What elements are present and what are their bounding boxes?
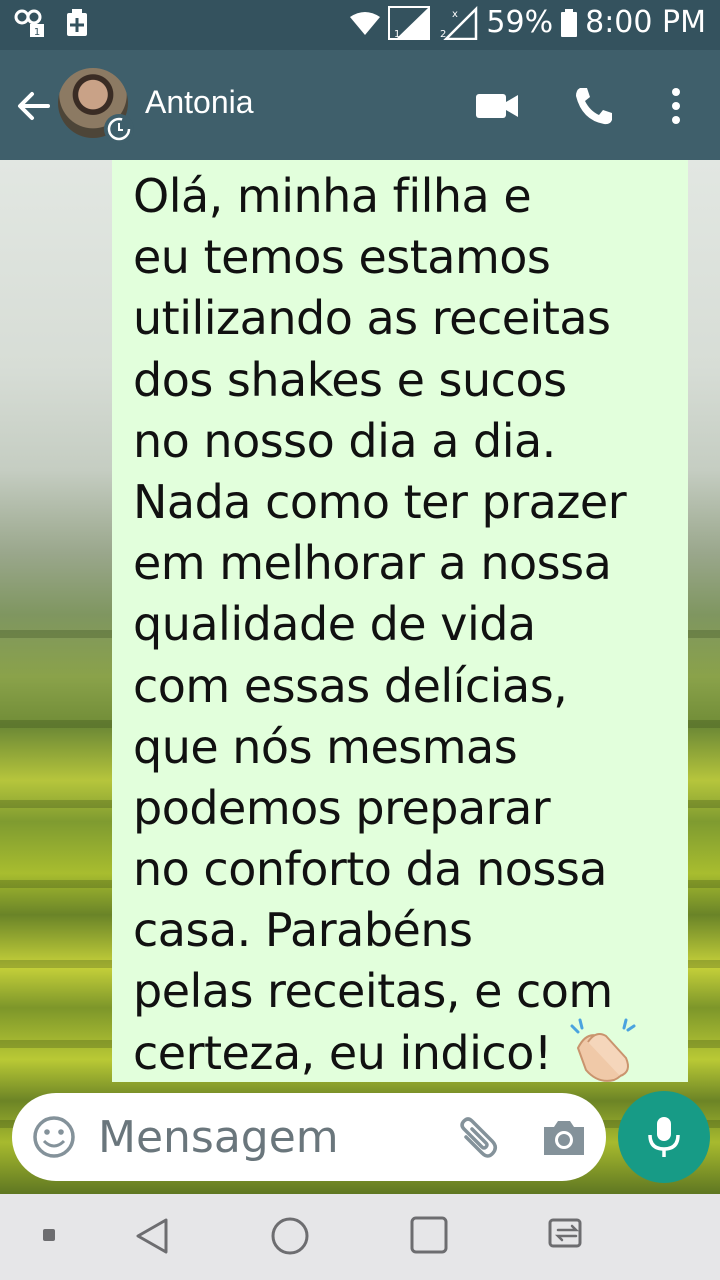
message-line: no nosso dia a dia. [133, 413, 556, 468]
video-call-icon[interactable] [474, 82, 522, 130]
message-line: em melhorar a nossa [133, 536, 612, 591]
back-triangle-icon[interactable] [132, 1216, 172, 1256]
signal-sim1-icon: 1 [388, 5, 431, 40]
message-line: podemos preparar [133, 780, 551, 835]
message-line: qualidade de vida [133, 597, 536, 652]
svg-text:1: 1 [34, 27, 40, 38]
more-options-icon[interactable] [652, 82, 700, 130]
emoji-icon[interactable] [32, 1115, 76, 1159]
message-line: pelas receitas, e com [133, 964, 613, 1019]
attachment-icon[interactable] [452, 1115, 500, 1163]
svg-text:2: 2 [440, 29, 446, 40]
phone-call-icon[interactable] [570, 82, 618, 130]
wifi-icon [350, 11, 381, 35]
message-line: Olá, minha filha e [133, 169, 532, 223]
mic-button[interactable] [618, 1091, 710, 1183]
battery-icon [561, 8, 578, 37]
clapping-hands-icon [570, 1018, 636, 1082]
svg-text:x: x [452, 9, 458, 20]
message-input[interactable] [98, 1107, 428, 1167]
camera-icon[interactable] [542, 1117, 586, 1157]
battery-percent: 59% [486, 5, 554, 40]
message-line: que nós mesmas [133, 719, 518, 774]
message-line: eu temos estamos [133, 230, 551, 285]
system-nav-bar [0, 1194, 720, 1280]
square-dot-icon[interactable] [42, 1228, 56, 1242]
message-line: dos shakes e sucos [133, 352, 567, 407]
message-line: com essas delícias, [133, 658, 568, 713]
back-arrow-icon[interactable] [12, 84, 56, 128]
svg-text:1: 1 [394, 29, 400, 40]
contact-name[interactable]: Antonia [145, 84, 254, 121]
message-line: casa. Parabéns [133, 903, 473, 958]
add-icon [67, 9, 87, 36]
message-line: no conforto da nossa [133, 842, 608, 897]
clock: 8:00 PM [585, 5, 706, 40]
status-bar: 1 1 2 x 59% 8:00 PM [0, 0, 720, 50]
notification-icon: 1 [14, 9, 44, 38]
status-ring-icon [104, 114, 134, 144]
message-composer [12, 1093, 606, 1181]
message-bubble[interactable]: Olá, minha filha e eu temos estamos util… [112, 160, 688, 1082]
switch-sim-icon[interactable] [544, 1216, 590, 1256]
message-line: utilizando as receitas [133, 291, 611, 346]
home-circle-icon[interactable] [270, 1216, 310, 1256]
message-line: Nada como ter prazer [133, 474, 627, 529]
microphone-icon [648, 1117, 680, 1157]
recents-square-icon[interactable] [410, 1216, 448, 1254]
signal-sim2-icon: 2 x [440, 5, 478, 40]
chat-header: Antonia [0, 50, 720, 160]
